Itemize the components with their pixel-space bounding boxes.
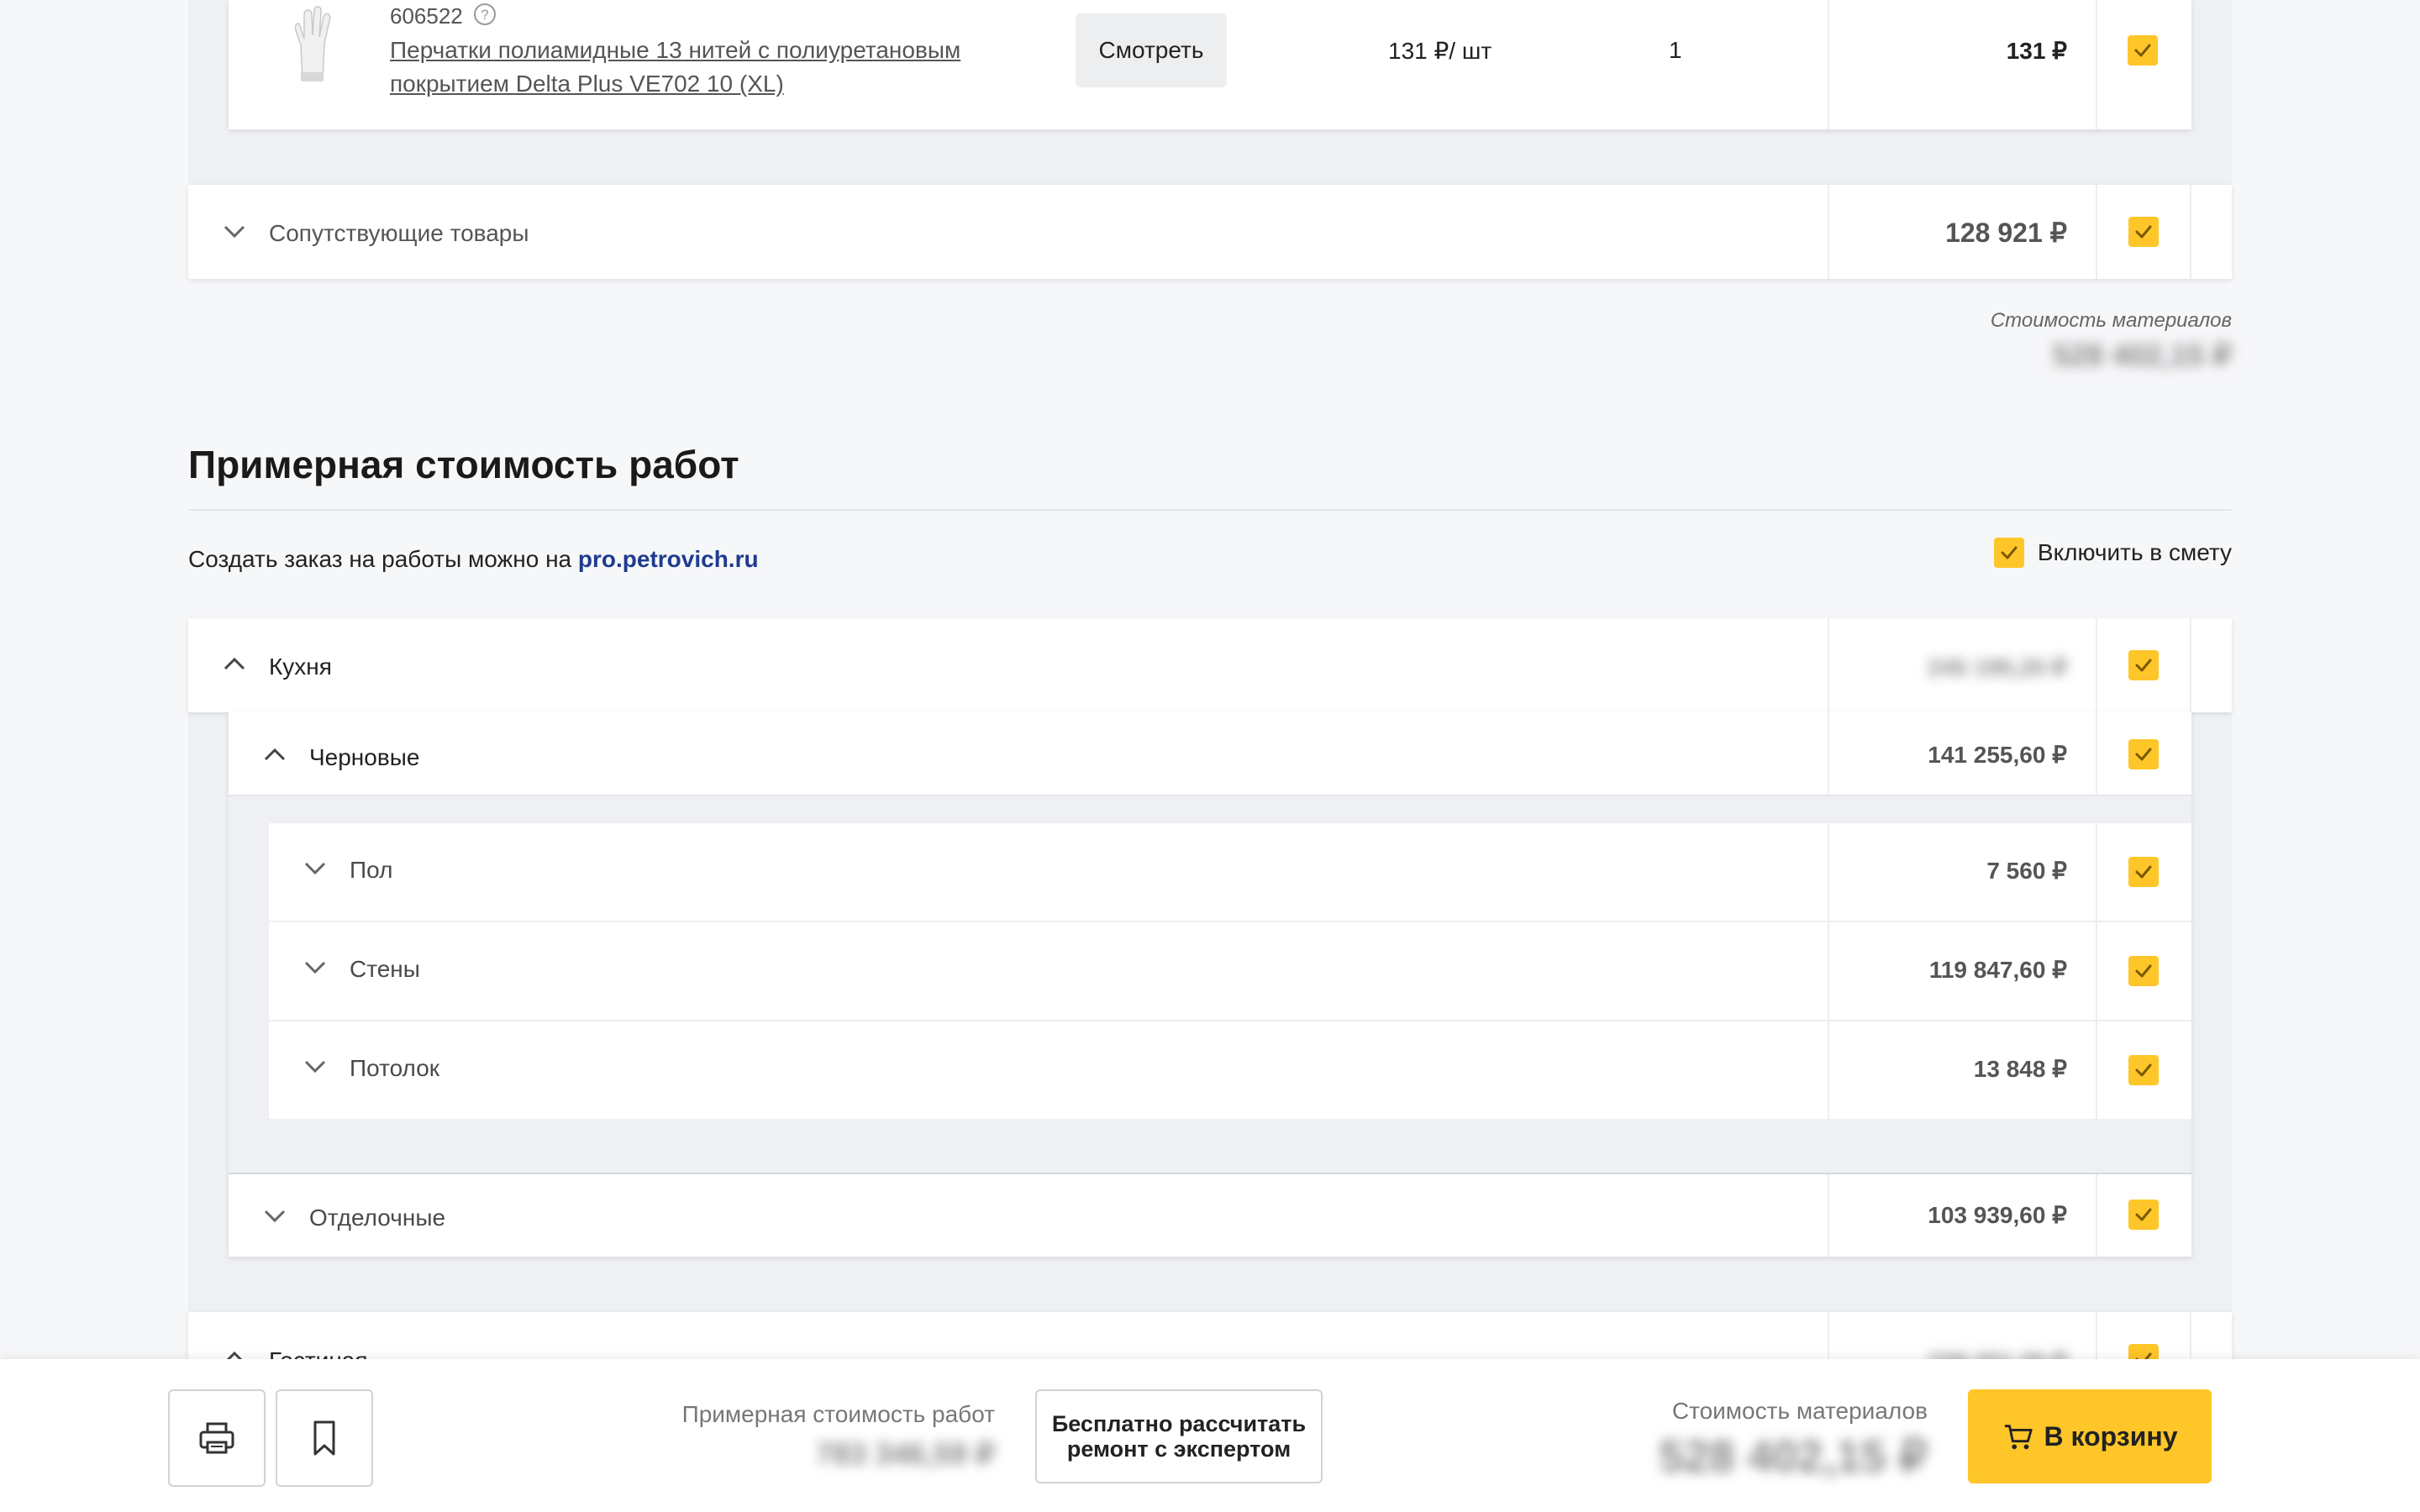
expert-button[interactable]: Бесплатно рассчитать ремонт с экспертом <box>1035 1389 1323 1483</box>
include-in-estimate[interactable]: Включить в смету <box>1993 536 2232 570</box>
view-button[interactable]: Смотреть <box>1076 13 1227 87</box>
product-row: 606522 ? Перчатки полиамидные 13 нитей с… <box>229 0 2191 129</box>
product-image[interactable] <box>287 5 338 86</box>
chevron-down-icon[interactable] <box>260 1201 289 1230</box>
work-item-checkbox[interactable] <box>2128 956 2159 986</box>
printer-icon <box>199 1422 234 1454</box>
add-to-cart-label: В корзину <box>2044 1420 2178 1452</box>
footer-materials-amount: 528 402,15 ₽ <box>1659 1431 1928 1482</box>
check-icon <box>2135 865 2152 879</box>
related-goods-label: Сопутствующие товары <box>269 220 529 246</box>
svg-text:?: ? <box>481 7 488 23</box>
product-code: 606522 <box>390 3 463 29</box>
product-name-line1: Перчатки полиамидные 13 нитей с полиурет… <box>390 37 961 63</box>
work-item-checkbox[interactable] <box>2128 1055 2159 1085</box>
related-goods-row[interactable]: Сопутствующие товары 128 921 ₽ <box>188 185 2232 279</box>
work-group-amount: 103 939,60 ₽ <box>1928 1202 2067 1228</box>
work-item-amount: 119 847,60 ₽ <box>1928 957 2067 983</box>
footer-works-amount: 783 346,59 ₽ <box>815 1436 995 1471</box>
expert-button-line2: ремонт с экспертом <box>1066 1436 1292 1462</box>
check-icon <box>2135 748 2152 761</box>
materials-summary-label: Стоимость материалов <box>1990 309 2232 332</box>
product-checkbox[interactable] <box>2128 35 2158 66</box>
include-checkbox[interactable] <box>1993 538 2024 568</box>
materials-summary-amount: 528 402,15 ₽ <box>2052 338 2232 372</box>
check-icon <box>2135 964 2152 978</box>
pro-petrovich-link[interactable]: pro.petrovich.ru <box>578 546 759 572</box>
unit-price: 131 ₽/ шт <box>1388 38 1492 64</box>
work-items-list: Пол 7 560 ₽ Стены 119 847,60 ₽ Потолок 1… <box>269 823 2191 1119</box>
works-note-text: Создать заказ на работы можно на <box>188 546 572 572</box>
footer-works-label: Примерная стоимость работ <box>681 1401 995 1427</box>
help-icon[interactable]: ? <box>472 2 497 27</box>
add-to-cart-button[interactable]: В корзину <box>1968 1389 2212 1483</box>
chevron-down-icon[interactable] <box>301 853 329 882</box>
cart-icon <box>2004 1425 2033 1450</box>
related-goods-amount: 128 921 ₽ <box>1945 218 2067 248</box>
check-icon <box>2135 1208 2152 1221</box>
product-total: 131 ₽ <box>2006 38 2067 64</box>
check-icon <box>2135 225 2152 239</box>
room-checkbox[interactable] <box>2128 650 2159 680</box>
include-label: Включить в смету <box>2037 539 2232 565</box>
work-item-row[interactable]: Потолок 13 848 ₽ <box>269 1021 2191 1119</box>
room-row-kitchen[interactable]: Кухня 245 195,20 ₽ <box>188 618 2232 712</box>
check-icon <box>2135 659 2152 672</box>
check-icon <box>2135 1063 2152 1077</box>
bookmark-icon <box>313 1420 335 1456</box>
sticky-footer: Примерная стоимость работ 783 346,59 ₽ Б… <box>0 1359 2420 1512</box>
expert-button-line1: Бесплатно рассчитать <box>1051 1411 1307 1436</box>
chevron-down-icon[interactable] <box>220 217 249 245</box>
works-note: Создать заказ на работы можно на pro.pet… <box>188 546 759 573</box>
work-item-amount: 7 560 ₽ <box>1986 858 2067 884</box>
work-group-label: Черновые <box>309 744 420 770</box>
work-group-checkbox[interactable] <box>2128 1200 2159 1230</box>
check-icon <box>2134 44 2151 57</box>
work-item-row[interactable]: Стены 119 847,60 ₽ <box>269 922 2191 1020</box>
work-group-checkbox[interactable] <box>2128 739 2159 769</box>
works-section-title: Примерная стоимость работ <box>188 443 739 486</box>
work-item-label: Стены <box>350 956 420 982</box>
check-icon <box>2001 546 2018 559</box>
chevron-up-icon[interactable] <box>260 741 289 769</box>
related-goods-checkbox[interactable] <box>2128 217 2159 247</box>
chevron-down-icon[interactable] <box>301 1052 329 1080</box>
room-amount: 245 195,20 ₽ <box>1928 654 2067 680</box>
work-item-label: Пол <box>350 857 393 883</box>
view-button-label: Смотреть <box>1098 37 1204 63</box>
work-item-amount: 13 848 ₽ <box>1973 1056 2067 1082</box>
work-item-label: Потолок <box>350 1055 440 1081</box>
print-button[interactable] <box>168 1389 266 1487</box>
section-divider <box>188 509 2232 511</box>
room-label: Кухня <box>269 654 332 680</box>
work-group-rough: Черновые 141 255,60 ₽ Пол 7 560 ₽ Стены … <box>229 712 2191 1257</box>
product-name-line2: покрытием Delta Plus VE702 10 (XL) <box>390 71 784 97</box>
chevron-down-icon[interactable] <box>301 953 329 981</box>
quantity: 1 <box>1669 37 1682 63</box>
work-item-row[interactable]: Пол 7 560 ₽ <box>269 823 2191 921</box>
work-group-amount: 141 255,60 ₽ <box>1928 742 2067 768</box>
product-name-link[interactable]: Перчатки полиамидные 13 нитей с полиурет… <box>390 34 960 101</box>
work-group-label: Отделочные <box>309 1205 446 1231</box>
footer-materials-label: Стоимость материалов <box>1671 1398 1928 1424</box>
work-group-header[interactable]: Черновые 141 255,60 ₽ <box>229 712 2191 796</box>
work-item-checkbox[interactable] <box>2128 857 2159 887</box>
chevron-up-icon[interactable] <box>220 650 249 679</box>
bookmark-button[interactable] <box>276 1389 373 1487</box>
work-group-finishing[interactable]: Отделочные 103 939,60 ₽ <box>229 1173 2191 1257</box>
